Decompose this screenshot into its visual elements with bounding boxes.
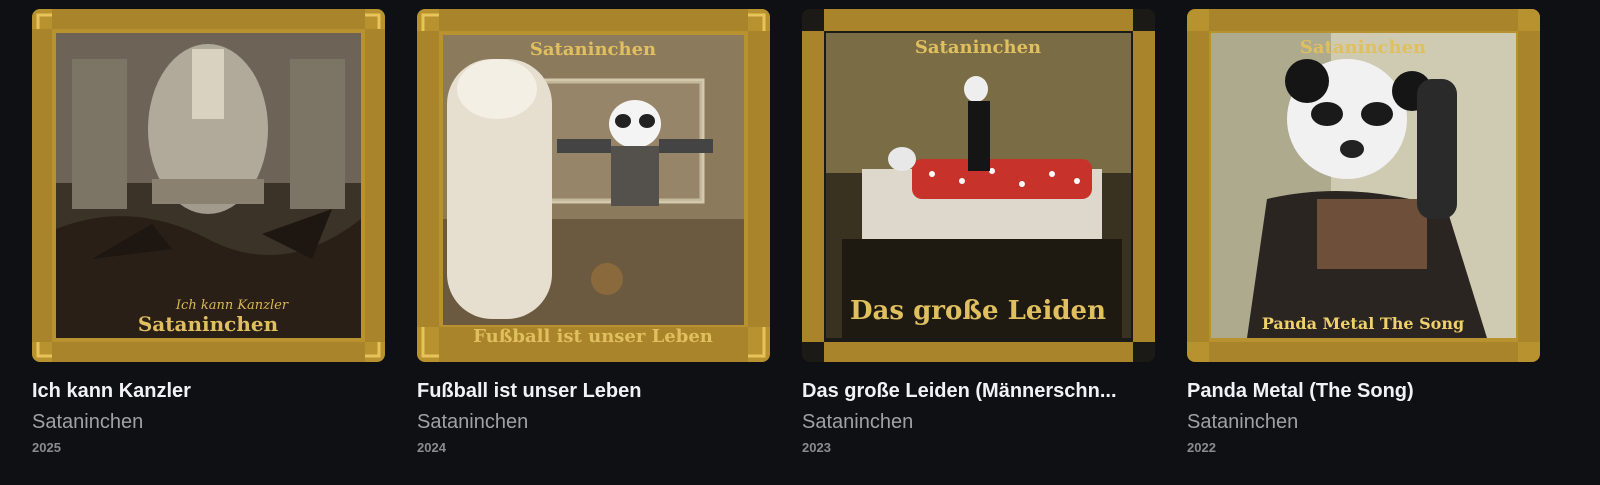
svg-text:Ich kann Kanzler: Ich kann Kanzler	[175, 298, 289, 313]
artist-link[interactable]: Sataninchen	[417, 409, 528, 435]
release-year: 2023	[802, 440, 831, 455]
album-card[interactable]: Sataninchen Panda Metal The Song Panda M…	[1187, 9, 1540, 457]
release-year: 2024	[417, 440, 446, 455]
svg-text:Sataninchen: Sataninchen	[138, 312, 279, 336]
svg-text:Sataninchen: Sataninchen	[1300, 37, 1426, 58]
artist-link[interactable]: Sataninchen	[32, 409, 143, 435]
album-grid: Ich kann Kanzler Sataninchen Ich kann Ka…	[32, 9, 1540, 457]
svg-text:Das große Leiden: Das große Leiden	[850, 296, 1106, 326]
svg-text:Fußball ist unser Leben: Fußball ist unser Leben	[473, 326, 713, 347]
album-card[interactable]: Sataninchen Fußball ist unser Leben Fußb…	[417, 9, 770, 457]
svg-text:Sataninchen: Sataninchen	[530, 39, 656, 60]
album-card[interactable]: Sataninchen Das große Leiden Das große L…	[802, 9, 1155, 457]
album-cover[interactable]: Sataninchen Fußball ist unser Leben	[417, 9, 770, 362]
svg-text:Sataninchen: Sataninchen	[915, 37, 1041, 58]
album-cover[interactable]: Ich kann Kanzler Sataninchen	[32, 9, 385, 362]
album-title[interactable]: Das große Leiden (Männerschn...	[802, 378, 1142, 404]
album-title[interactable]: Panda Metal (The Song)	[1187, 378, 1527, 404]
release-year: 2025	[32, 440, 61, 455]
album-art: Sataninchen Das große Leiden	[802, 9, 1155, 362]
album-art: Sataninchen Fußball ist unser Leben	[417, 9, 770, 362]
artist-link[interactable]: Sataninchen	[1187, 409, 1298, 435]
artist-link[interactable]: Sataninchen	[802, 409, 913, 435]
album-title[interactable]: Ich kann Kanzler	[32, 378, 372, 404]
album-art: Ich kann Kanzler Sataninchen	[32, 9, 385, 362]
album-cover[interactable]: Sataninchen Panda Metal The Song	[1187, 9, 1540, 362]
album-title[interactable]: Fußball ist unser Leben	[417, 378, 757, 404]
release-year: 2022	[1187, 440, 1216, 455]
svg-text:Panda Metal The Song: Panda Metal The Song	[1262, 314, 1464, 333]
album-cover[interactable]: Sataninchen Das große Leiden	[802, 9, 1155, 362]
album-card[interactable]: Ich kann Kanzler Sataninchen Ich kann Ka…	[32, 9, 385, 457]
album-art: Sataninchen Panda Metal The Song	[1187, 9, 1540, 362]
